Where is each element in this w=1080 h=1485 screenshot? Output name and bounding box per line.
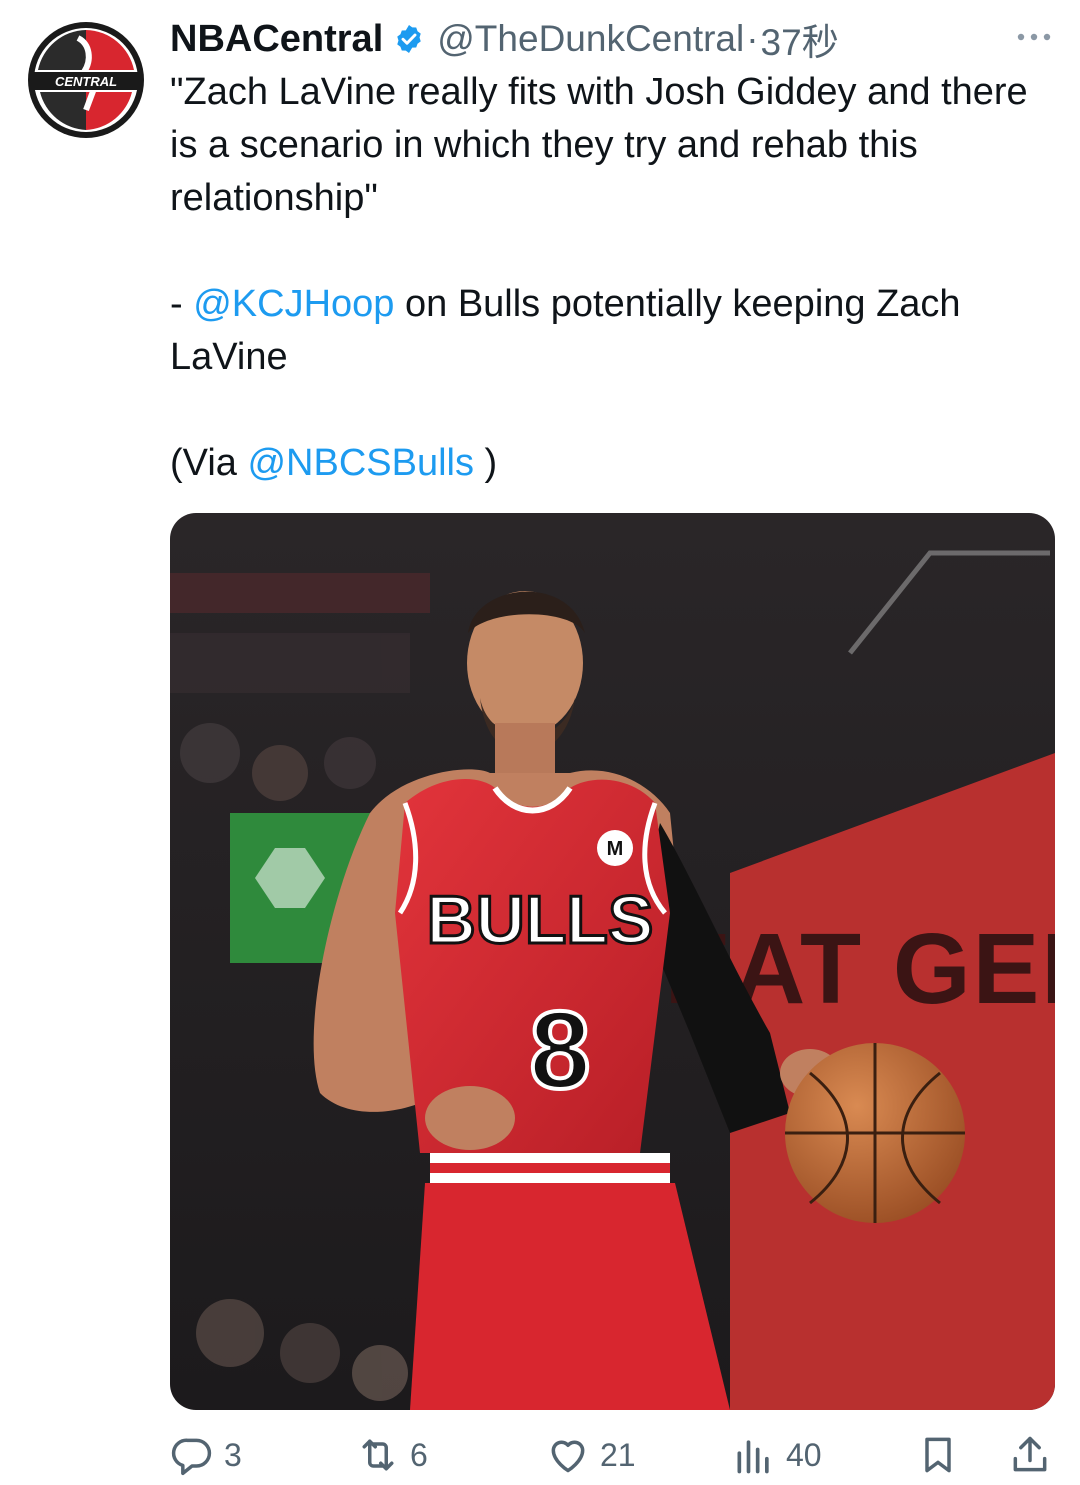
like-icon	[551, 1440, 585, 1473]
avatar-logo-text: CENTRAL	[55, 74, 117, 89]
sponsor-patch-text: M	[607, 838, 624, 860]
share-icon	[1013, 1436, 1047, 1472]
photo-scene: SEAT GEEK M BULLS 8	[170, 513, 1055, 1410]
mention-nbcsbulls[interactable]: @NBCSBulls	[247, 442, 474, 484]
tweet-body: "Zach LaVine really fits with Josh Gidde…	[170, 66, 1050, 490]
author-handle[interactable]: @TheDunkCentral	[437, 18, 744, 60]
tweet-media-photo[interactable]: SEAT GEEK M BULLS 8	[170, 513, 1055, 1410]
via-prefix: (Via	[170, 442, 248, 484]
reply-button[interactable]: 3	[170, 1425, 242, 1485]
views-button[interactable]: 40	[732, 1425, 822, 1485]
retweet-count: 6	[410, 1436, 428, 1473]
retweet-button[interactable]: 6	[356, 1425, 428, 1485]
action-bar: 3 6 21 40	[170, 1425, 1055, 1485]
bookmark-button[interactable]	[916, 1425, 960, 1485]
via-suffix: )	[473, 442, 498, 484]
reply-count: 3	[224, 1436, 242, 1473]
bookmark-icon	[925, 1437, 951, 1473]
retweet-icon	[362, 1439, 394, 1471]
jersey-team-text: BULLS	[427, 882, 654, 958]
like-button[interactable]: 21	[546, 1425, 636, 1485]
time-separator: ·	[746, 18, 759, 59]
views-count: 40	[786, 1436, 822, 1473]
mention-kcjhoop[interactable]: @KCJHoop	[193, 283, 394, 325]
like-count: 21	[600, 1436, 636, 1473]
share-button[interactable]	[1008, 1425, 1052, 1485]
attribution-prefix: -	[170, 283, 194, 325]
verified-badge-icon	[397, 25, 421, 53]
more-icon[interactable]	[1012, 22, 1056, 52]
tweet-header: NBACentral @TheDunkCentral · 37秒	[170, 14, 1056, 64]
tweet-quote: "Zach LaVine really fits with Josh Gidde…	[170, 71, 1028, 219]
reply-icon	[171, 1438, 212, 1476]
avatar[interactable]: CENTRAL	[26, 20, 146, 140]
author-name[interactable]: NBACentral	[170, 18, 383, 61]
tweet-via: (Via @NBCSBulls )	[170, 437, 1050, 490]
jersey-number-text: 8	[529, 989, 590, 1112]
tweet-time[interactable]: 37秒	[761, 12, 839, 66]
tweet-attribution: - @KCJHoop on Bulls potentially keeping …	[170, 278, 1050, 384]
views-icon	[737, 1440, 769, 1474]
